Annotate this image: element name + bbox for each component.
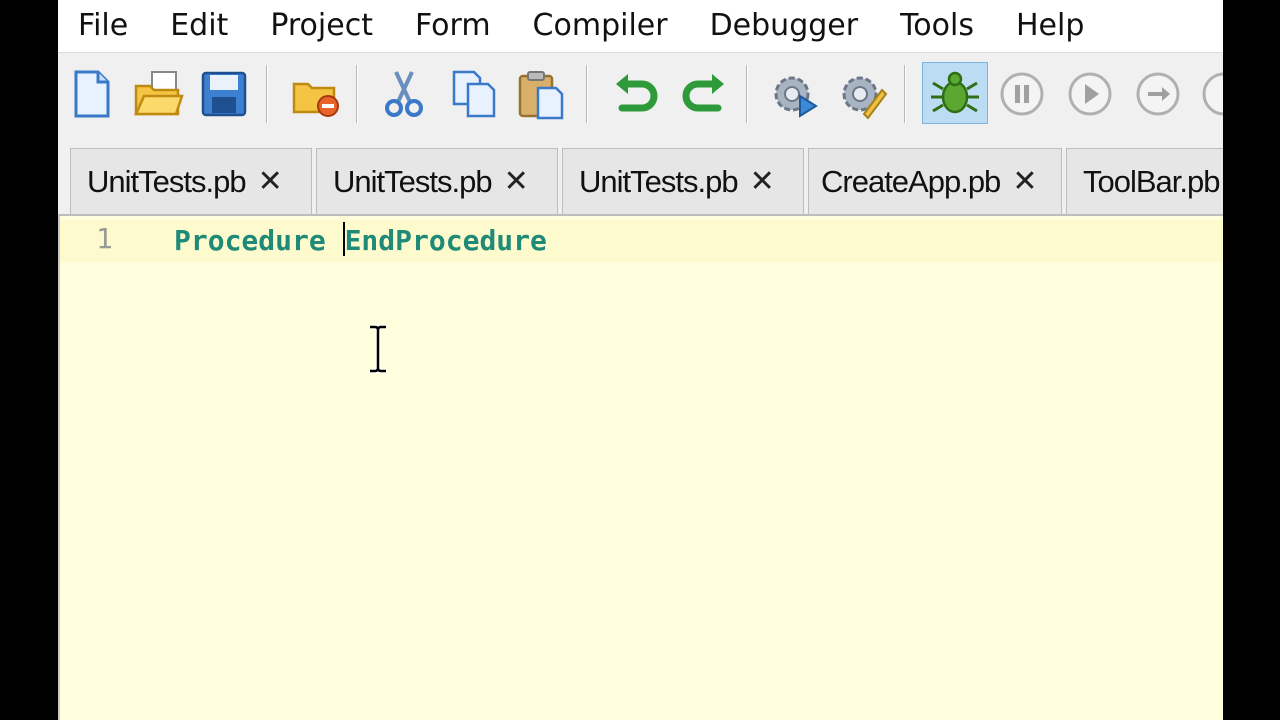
ide-window: File Edit Project Form Compiler Debugger… — [58, 0, 1223, 720]
toolbar-separator — [904, 65, 906, 123]
paste-icon — [518, 71, 564, 120]
code-editor[interactable]: 1 Procedure EndProcedure — [58, 214, 1223, 720]
toolbar-separator — [586, 65, 588, 123]
close-file-icon — [292, 82, 339, 117]
copy-icon — [452, 70, 496, 118]
tab-label: UnitTests.pb — [87, 163, 247, 199]
toolbar — [58, 52, 1223, 136]
ibeam-cursor-icon — [370, 324, 386, 374]
continue-icon — [1068, 72, 1112, 116]
step-button[interactable] — [1130, 66, 1186, 122]
code-line[interactable]: Procedure EndProcedure — [174, 222, 547, 257]
build-button[interactable] — [834, 66, 890, 122]
toolbar-separator — [356, 65, 358, 123]
file-tab[interactable]: UnitTests.pb ✕ — [70, 148, 312, 214]
line-number: 1 — [96, 222, 113, 255]
tab-label: UnitTests.pb — [579, 163, 739, 199]
copy-button[interactable] — [446, 66, 502, 122]
close-file-button[interactable] — [288, 66, 344, 122]
new-file-icon — [74, 70, 110, 118]
paste-button[interactable] — [514, 66, 570, 122]
pause-icon — [1000, 72, 1044, 116]
menu-help[interactable]: Help — [1016, 2, 1084, 50]
menu-compiler[interactable]: Compiler — [533, 2, 668, 50]
close-tab-icon[interactable]: ✕ — [750, 164, 775, 199]
close-tab-icon[interactable]: ✕ — [504, 164, 529, 199]
debugger-button[interactable] — [922, 62, 988, 124]
toolbar-separator — [266, 65, 268, 123]
save-button[interactable] — [196, 66, 252, 122]
menu-form[interactable]: Form — [415, 2, 491, 50]
menu-file[interactable]: File — [78, 2, 128, 50]
open-file-icon — [134, 71, 184, 116]
redo-icon — [682, 74, 724, 112]
tab-label: CreateApp.pb — [821, 163, 1001, 199]
compile-run-icon — [774, 76, 818, 118]
step-icon — [1136, 72, 1180, 116]
new-file-button[interactable] — [64, 66, 120, 122]
open-file-button[interactable] — [130, 66, 186, 122]
build-icon — [842, 76, 888, 120]
cut-icon — [385, 71, 423, 117]
code-keyword-endprocedure: EndProcedure — [344, 224, 547, 257]
close-tab-icon[interactable]: ✕ — [258, 164, 283, 199]
tab-label: ToolBar.pb — [1083, 163, 1220, 199]
stop-button[interactable] — [1196, 66, 1223, 122]
file-tab[interactable]: ToolBar.pb — [1066, 148, 1223, 214]
debugger-icon — [931, 71, 979, 114]
menu-tools[interactable]: Tools — [900, 2, 974, 50]
file-tab-bar: UnitTests.pb ✕ UnitTests.pb ✕ UnitTests.… — [58, 136, 1223, 214]
undo-button[interactable] — [608, 66, 664, 122]
undo-icon — [616, 74, 658, 112]
menu-project[interactable]: Project — [270, 2, 373, 50]
file-tab[interactable]: UnitTests.pb ✕ — [562, 148, 804, 214]
stop-icon — [1202, 72, 1223, 116]
toolbar-separator — [746, 65, 748, 123]
menu-bar: File Edit Project Form Compiler Debugger… — [58, 0, 1223, 52]
menu-debugger[interactable]: Debugger — [710, 2, 859, 50]
file-tab[interactable]: CreateApp.pb ✕ — [808, 148, 1062, 214]
code-keyword-procedure: Procedure — [174, 224, 343, 257]
save-icon — [201, 71, 247, 117]
tab-label: UnitTests.pb — [333, 163, 493, 199]
compile-run-button[interactable] — [766, 66, 822, 122]
continue-button[interactable] — [1062, 66, 1118, 122]
pause-button[interactable] — [994, 66, 1050, 122]
redo-button[interactable] — [676, 66, 732, 122]
menu-edit[interactable]: Edit — [170, 2, 228, 50]
close-tab-icon[interactable]: ✕ — [1012, 164, 1037, 199]
cut-button[interactable] — [376, 66, 432, 122]
file-tab[interactable]: UnitTests.pb ✕ — [316, 148, 558, 214]
